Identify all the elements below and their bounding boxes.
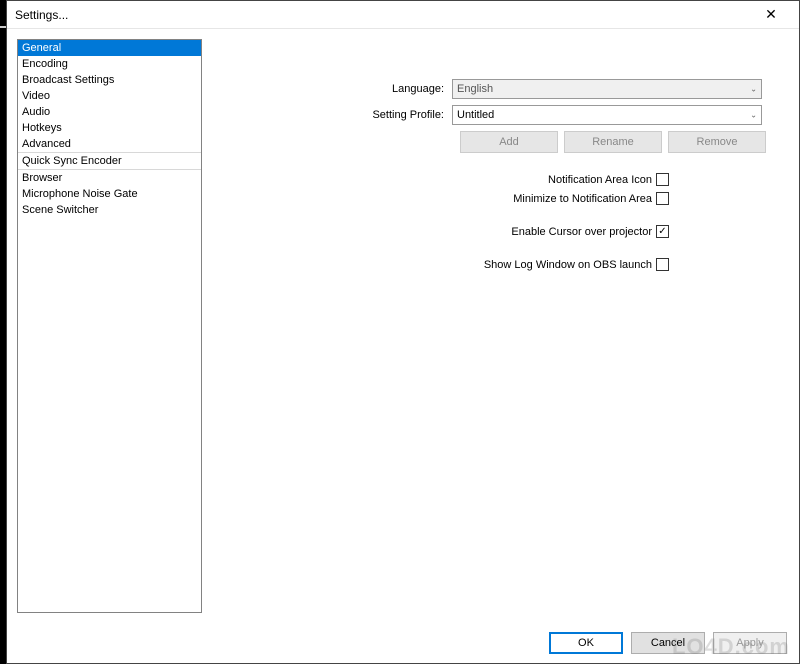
sidebar-item-label: Browser xyxy=(22,172,62,184)
cursor-label: Enable Cursor over projector xyxy=(511,226,652,238)
log-window-label: Show Log Window on OBS launch xyxy=(484,259,652,271)
sidebar-item-quick-sync-encoder[interactable]: Quick Sync Encoder xyxy=(18,153,201,169)
titlebar: Settings... ✕ xyxy=(7,1,799,29)
sidebar-item-advanced[interactable]: Advanced xyxy=(18,136,201,152)
chevron-down-icon: ⌄ xyxy=(750,111,757,120)
profile-select[interactable]: Untitled ⌄ xyxy=(452,105,762,125)
sidebar-item-label: Quick Sync Encoder xyxy=(22,155,122,167)
content-area: General Encoding Broadcast Settings Vide… xyxy=(7,29,799,623)
remove-button[interactable]: Remove xyxy=(668,131,766,153)
apply-button[interactable]: Apply xyxy=(713,632,787,654)
minimize-row: Minimize to Notification Area xyxy=(312,192,669,205)
ok-button[interactable]: OK xyxy=(549,632,623,654)
sidebar-item-general[interactable]: General xyxy=(18,40,201,56)
close-icon: ✕ xyxy=(765,6,777,23)
settings-window: Settings... ✕ General Encoding Broadcast… xyxy=(6,0,800,664)
cursor-checkbox[interactable]: ✓ xyxy=(656,225,669,238)
notification-icon-checkbox[interactable] xyxy=(656,173,669,186)
main-panel: Language: English ⌄ Setting Profile: Unt… xyxy=(212,39,789,613)
sidebar-item-label: General xyxy=(22,42,61,54)
sidebar-item-hotkeys[interactable]: Hotkeys xyxy=(18,120,201,136)
minimize-checkbox[interactable] xyxy=(656,192,669,205)
sidebar-item-microphone-noise-gate[interactable]: Microphone Noise Gate xyxy=(18,186,201,202)
log-window-row: Show Log Window on OBS launch xyxy=(312,258,669,271)
sidebar-item-encoding[interactable]: Encoding xyxy=(18,56,201,72)
sidebar-item-audio[interactable]: Audio xyxy=(18,104,201,120)
footer: OK Cancel Apply xyxy=(7,623,799,663)
sidebar-item-label: Encoding xyxy=(22,58,68,70)
language-row: Language: English ⌄ xyxy=(312,79,789,99)
sidebar: General Encoding Broadcast Settings Vide… xyxy=(17,39,202,613)
sidebar-item-label: Microphone Noise Gate xyxy=(22,188,138,200)
window-title: Settings... xyxy=(15,8,68,22)
close-button[interactable]: ✕ xyxy=(751,3,791,27)
minimize-label: Minimize to Notification Area xyxy=(513,193,652,205)
add-button[interactable]: Add xyxy=(460,131,558,153)
sidebar-item-label: Video xyxy=(22,90,50,102)
log-window-checkbox[interactable] xyxy=(656,258,669,271)
sidebar-item-label: Hotkeys xyxy=(22,122,62,134)
sidebar-item-broadcast-settings[interactable]: Broadcast Settings xyxy=(18,72,201,88)
language-label: Language: xyxy=(312,83,452,95)
sidebar-item-label: Audio xyxy=(22,106,50,118)
sidebar-item-label: Scene Switcher xyxy=(22,204,98,216)
notification-icon-row: Notification Area Icon xyxy=(312,173,669,186)
sidebar-item-scene-switcher[interactable]: Scene Switcher xyxy=(18,202,201,218)
rename-button[interactable]: Rename xyxy=(564,131,662,153)
profile-value: Untitled xyxy=(457,109,494,121)
language-select[interactable]: English ⌄ xyxy=(452,79,762,99)
cancel-button[interactable]: Cancel xyxy=(631,632,705,654)
profile-button-row: Add Rename Remove xyxy=(460,131,789,153)
profile-label: Setting Profile: xyxy=(312,109,452,121)
profile-row: Setting Profile: Untitled ⌄ xyxy=(312,105,789,125)
sidebar-item-browser[interactable]: Browser xyxy=(18,170,201,186)
sidebar-item-label: Broadcast Settings xyxy=(22,74,114,86)
notification-icon-label: Notification Area Icon xyxy=(548,174,652,186)
language-value: English xyxy=(457,83,493,95)
sidebar-item-video[interactable]: Video xyxy=(18,88,201,104)
chevron-down-icon: ⌄ xyxy=(750,85,757,94)
sidebar-item-label: Advanced xyxy=(22,138,71,150)
cursor-row: Enable Cursor over projector ✓ xyxy=(312,225,669,238)
